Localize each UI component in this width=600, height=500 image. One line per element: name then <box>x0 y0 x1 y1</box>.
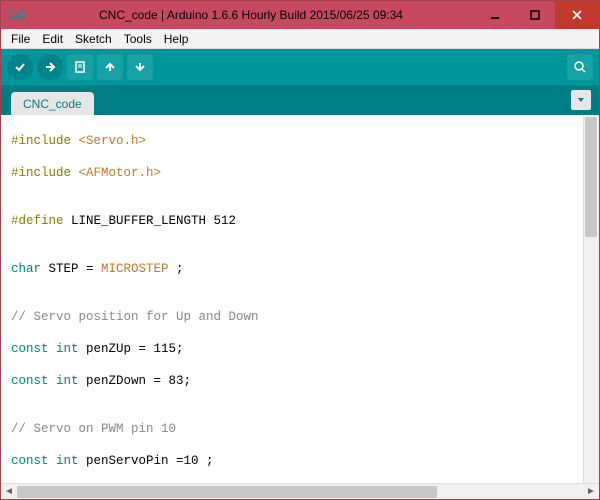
tab-cnc-code[interactable]: CNC_code <box>11 92 94 115</box>
arduino-logo-icon <box>7 5 27 25</box>
verify-button[interactable] <box>7 54 33 80</box>
window-title: CNC_code | Arduino 1.6.6 Hourly Build 20… <box>27 8 475 22</box>
toolbar <box>1 49 599 85</box>
menu-tools[interactable]: Tools <box>118 30 158 48</box>
minimize-button[interactable] <box>475 1 515 29</box>
upload-button[interactable] <box>37 54 63 80</box>
arrow-up-icon <box>103 60 117 74</box>
menu-edit[interactable]: Edit <box>36 30 69 48</box>
new-sketch-button[interactable] <box>67 54 93 80</box>
tab-menu-button[interactable] <box>571 90 591 110</box>
arrow-right-icon <box>43 60 57 74</box>
close-button[interactable] <box>555 1 599 29</box>
horizontal-scrollbar[interactable]: ◄ ► <box>1 483 599 499</box>
code-editor[interactable]: #include <Servo.h> #include <AFMotor.h> … <box>1 115 599 483</box>
file-icon <box>73 60 87 74</box>
menu-file[interactable]: File <box>5 30 36 48</box>
menu-sketch[interactable]: Sketch <box>69 30 118 48</box>
menu-help[interactable]: Help <box>158 30 195 48</box>
vertical-scroll-thumb[interactable] <box>585 117 597 237</box>
serial-monitor-button[interactable] <box>567 54 593 80</box>
maximize-button[interactable] <box>515 1 555 29</box>
menubar: File Edit Sketch Tools Help <box>1 29 599 49</box>
window-controls <box>475 1 599 29</box>
horizontal-scroll-thumb[interactable] <box>17 486 437 498</box>
scroll-left-icon[interactable]: ◄ <box>1 484 17 500</box>
check-icon <box>13 60 27 74</box>
scroll-right-icon[interactable]: ► <box>583 484 599 500</box>
titlebar[interactable]: CNC_code | Arduino 1.6.6 Hourly Build 20… <box>1 1 599 29</box>
arduino-window: CNC_code | Arduino 1.6.6 Hourly Build 20… <box>0 0 600 500</box>
arrow-down-icon <box>133 60 147 74</box>
vertical-scrollbar[interactable] <box>583 115 599 483</box>
editor-area: #include <Servo.h> #include <AFMotor.h> … <box>1 115 599 499</box>
triangle-down-icon <box>576 95 586 105</box>
tabbar: CNC_code <box>1 85 599 115</box>
serial-monitor-icon <box>573 60 587 74</box>
save-sketch-button[interactable] <box>127 54 153 80</box>
open-sketch-button[interactable] <box>97 54 123 80</box>
